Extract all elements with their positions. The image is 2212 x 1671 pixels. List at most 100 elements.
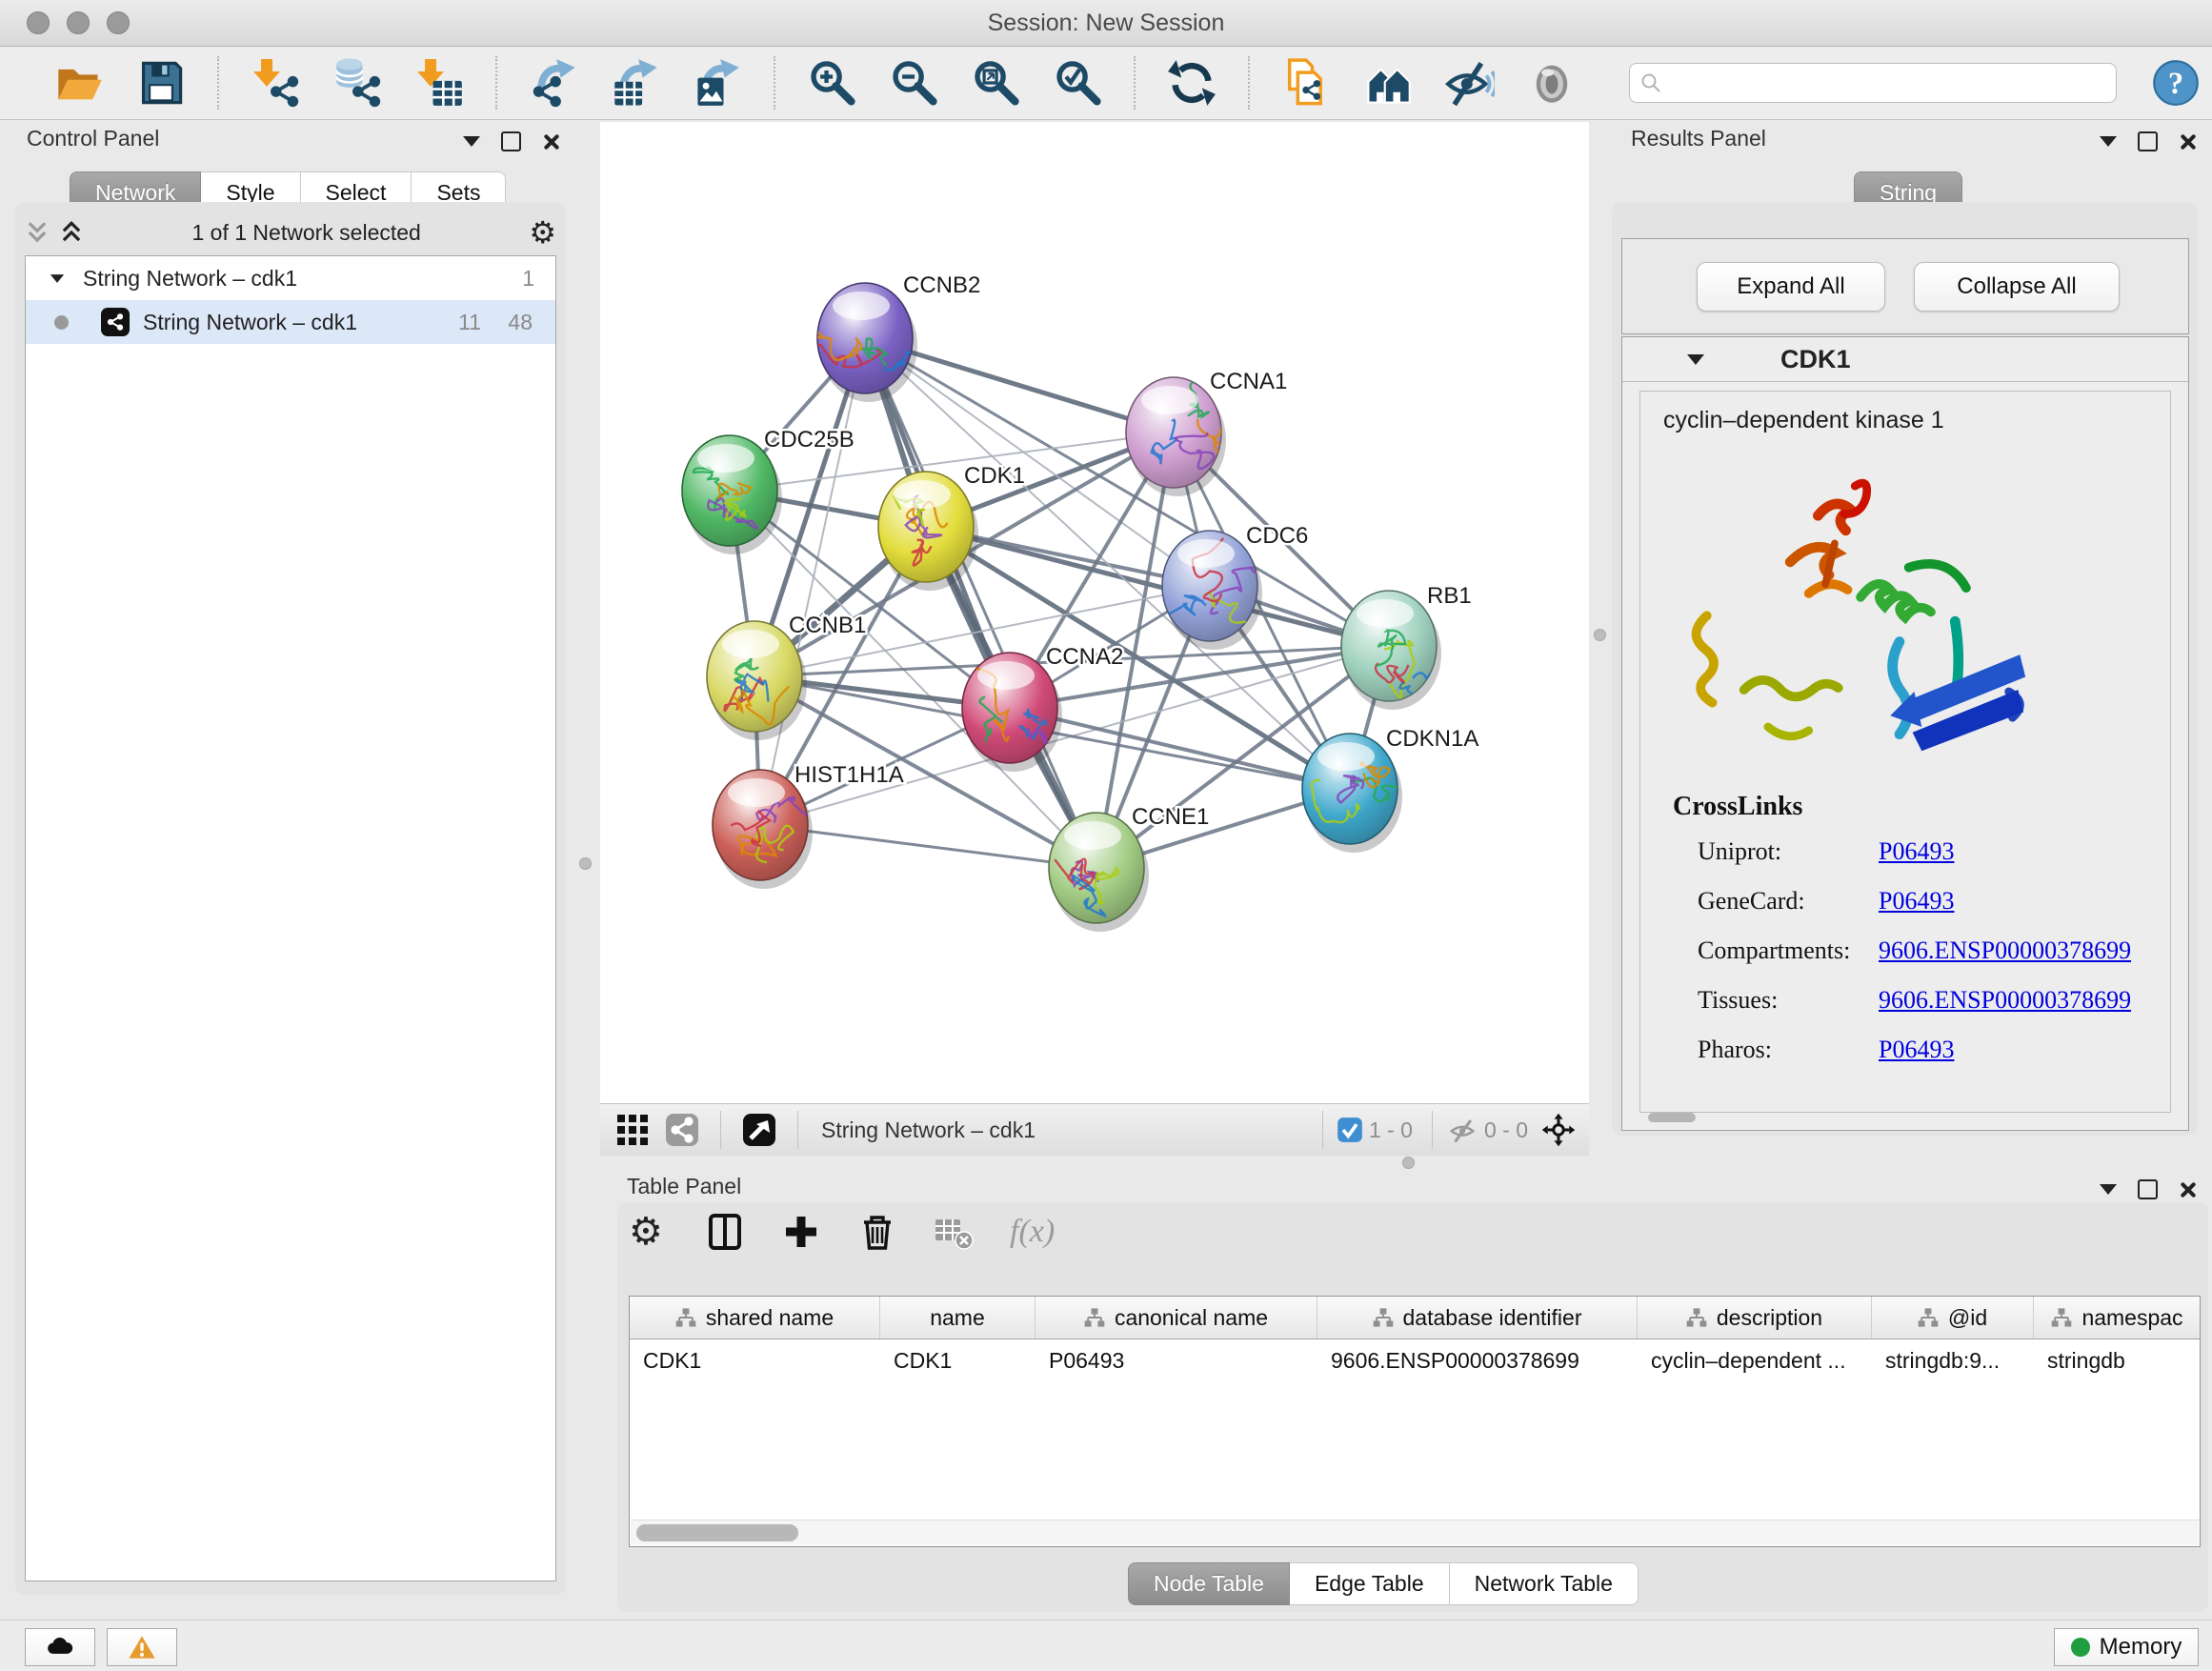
cell-name[interactable]: CDK1 (880, 1339, 1036, 1381)
cell-description[interactable]: cyclin–dependent ... (1638, 1339, 1872, 1381)
edge-CCNB2-CCNE1[interactable] (865, 338, 1096, 868)
collection-expand-icon[interactable] (50, 274, 64, 283)
tab-node-table[interactable]: Node Table (1128, 1562, 1290, 1605)
hide-selected-icon[interactable] (1445, 58, 1495, 108)
grid-view-icon[interactable] (615, 1113, 650, 1147)
entry-header[interactable]: CDK1 (1622, 337, 2188, 382)
node-CDC25B[interactable]: CDC25B (682, 427, 855, 554)
control-panel-close-icon[interactable] (542, 133, 559, 151)
show-all-icon[interactable] (1527, 58, 1577, 108)
tab-network-table[interactable]: Network Table (1450, 1562, 1639, 1605)
export-image-icon[interactable] (693, 58, 742, 108)
results-entry-box: CDK1 cyclin–dependent kinase 1 (1621, 336, 2189, 1131)
search-box[interactable] (1629, 63, 2117, 103)
add-column-icon[interactable] (781, 1212, 821, 1252)
expand-all-button[interactable]: Expand All (1697, 262, 1885, 312)
entry-expand-icon[interactable] (1687, 354, 1704, 365)
node-CCNB2[interactable]: CCNB2 (806, 272, 981, 402)
column-header-description[interactable]: description (1638, 1297, 1872, 1339)
selected-checkbox-icon[interactable] (1337, 1117, 1363, 1143)
right-splitter-handle[interactable] (1594, 629, 1606, 641)
collapse-all-chevron-icon[interactable] (59, 220, 84, 245)
cell-shared-name[interactable]: CDK1 (630, 1339, 880, 1381)
export-network-icon[interactable] (529, 58, 578, 108)
warnings-button[interactable] (107, 1628, 177, 1666)
crosslink-label: Uniprot: (1698, 837, 1879, 866)
column-header-shared-name[interactable]: shared name (630, 1297, 880, 1339)
show-columns-icon[interactable] (705, 1212, 745, 1252)
table-hscrollbar[interactable] (631, 1520, 2199, 1545)
table-hscroll-thumb[interactable] (636, 1524, 798, 1541)
hidden-eye-icon[interactable] (1446, 1116, 1478, 1144)
node-RB1[interactable]: RB1 (1341, 583, 1472, 710)
export-table-icon[interactable] (611, 58, 660, 108)
network-canvas[interactable]: CCNB2CCNA1CDC25BCDK1CDC6RB1CCNB1CCNA2CDK… (600, 122, 1589, 1103)
network-graph[interactable]: CCNB2CCNA1CDC25BCDK1CDC6RB1CCNB1CCNA2CDK… (600, 122, 1589, 1103)
delete-column-trash-icon[interactable] (857, 1212, 897, 1252)
table-panel-title: Table Panel (627, 1174, 741, 1199)
column-header--id[interactable]: @id (1872, 1297, 2034, 1339)
search-input[interactable] (1662, 67, 2116, 99)
zoom-in-icon[interactable] (807, 58, 856, 108)
zoom-fit-icon[interactable] (971, 58, 1020, 108)
crosslink-link[interactable]: P06493 (1879, 887, 1954, 916)
bottom-splitter-handle[interactable] (1402, 1157, 1415, 1169)
crosslink-row: GeneCard:P06493 (1698, 887, 2155, 916)
crosslink-link[interactable]: 9606.ENSP00000378699 (1879, 986, 2131, 1015)
cell--id[interactable]: stringdb:9... (1872, 1339, 2034, 1381)
network-options-gear-icon[interactable]: ⚙ (529, 217, 556, 248)
tab-edge-table[interactable]: Edge Table (1290, 1562, 1450, 1605)
zoom-out-icon[interactable] (889, 58, 938, 108)
cell-database-identifier[interactable]: 9606.ENSP00000378699 (1317, 1339, 1638, 1381)
column-header-namespac[interactable]: namespac (2034, 1297, 2201, 1339)
node-CDK1[interactable]: CDK1 (878, 463, 1025, 591)
left-splitter-handle[interactable] (579, 857, 592, 870)
save-icon[interactable] (136, 58, 186, 108)
table-row[interactable]: CDK1CDK1P064939606.ENSP00000378699cyclin… (630, 1339, 2200, 1381)
cell-canonical-name[interactable]: P06493 (1036, 1339, 1317, 1381)
delete-table-icon[interactable] (934, 1212, 974, 1252)
control-panel-collapse-icon[interactable] (463, 136, 480, 147)
help-icon[interactable]: ? (2151, 58, 2201, 108)
open-folder-icon[interactable] (54, 58, 104, 108)
node-CDKN1A[interactable]: CDKN1A (1302, 726, 1478, 853)
table-panel-float-icon[interactable] (2138, 1179, 2158, 1199)
results-panel-collapse-icon[interactable] (2100, 136, 2117, 147)
import-network-icon[interactable] (251, 58, 300, 108)
column-header-canonical-name[interactable]: canonical name (1036, 1297, 1317, 1339)
results-panel-close-icon[interactable] (2179, 133, 2196, 151)
column-header-database-identifier[interactable]: database identifier (1317, 1297, 1638, 1339)
refresh-icon[interactable] (1167, 58, 1217, 108)
collapse-all-button[interactable]: Collapse All (1914, 262, 2120, 312)
crosslink-row: Uniprot:P06493 (1698, 837, 2155, 866)
column-header-name[interactable]: name (880, 1297, 1036, 1339)
table-panel-close-icon[interactable] (2179, 1181, 2196, 1198)
crosslink-link[interactable]: 9606.ENSP00000378699 (1879, 936, 2131, 965)
birdseye-view-icon[interactable] (742, 1113, 776, 1147)
network-row[interactable]: String Network – cdk1 11 48 (26, 300, 555, 344)
results-panel-float-icon[interactable] (2138, 131, 2158, 151)
table-settings-gear-icon[interactable]: ⚙ (629, 1212, 669, 1252)
table-panel-collapse-icon[interactable] (2100, 1184, 2117, 1195)
cloud-button[interactable] (25, 1628, 95, 1666)
zoom-selected-icon[interactable] (1053, 58, 1102, 108)
function-builder-icon[interactable]: f(x) (1010, 1214, 1055, 1250)
memory-button[interactable]: Memory (2054, 1628, 2199, 1666)
import-table-icon[interactable] (414, 58, 464, 108)
expand-all-chevron-icon[interactable] (25, 220, 50, 245)
network-collection-row[interactable]: String Network – cdk1 1 (26, 256, 555, 300)
crosslink-row: Tissues:9606.ENSP00000378699 (1698, 986, 2155, 1015)
crosslink-link[interactable]: P06493 (1879, 1036, 1954, 1064)
crosslink-link[interactable]: P06493 (1879, 837, 1954, 866)
first-neighbors-icon[interactable] (1363, 58, 1413, 108)
import-database-icon[interactable] (332, 58, 382, 108)
clone-network-icon[interactable] (1281, 58, 1331, 108)
node-CCNA1[interactable]: CCNA1 (1126, 369, 1287, 496)
network-view-icon[interactable] (665, 1113, 699, 1147)
node-HIST1H1A[interactable]: HIST1H1A (713, 762, 904, 889)
fit-selected-move-icon[interactable] (1541, 1113, 1576, 1147)
node-CCNE1[interactable]: CCNE1 (1049, 804, 1209, 932)
cell-namespac[interactable]: stringdb (2034, 1339, 2201, 1381)
control-panel-float-icon[interactable] (501, 131, 521, 151)
results-scroll-thumb[interactable] (1648, 1113, 1696, 1122)
